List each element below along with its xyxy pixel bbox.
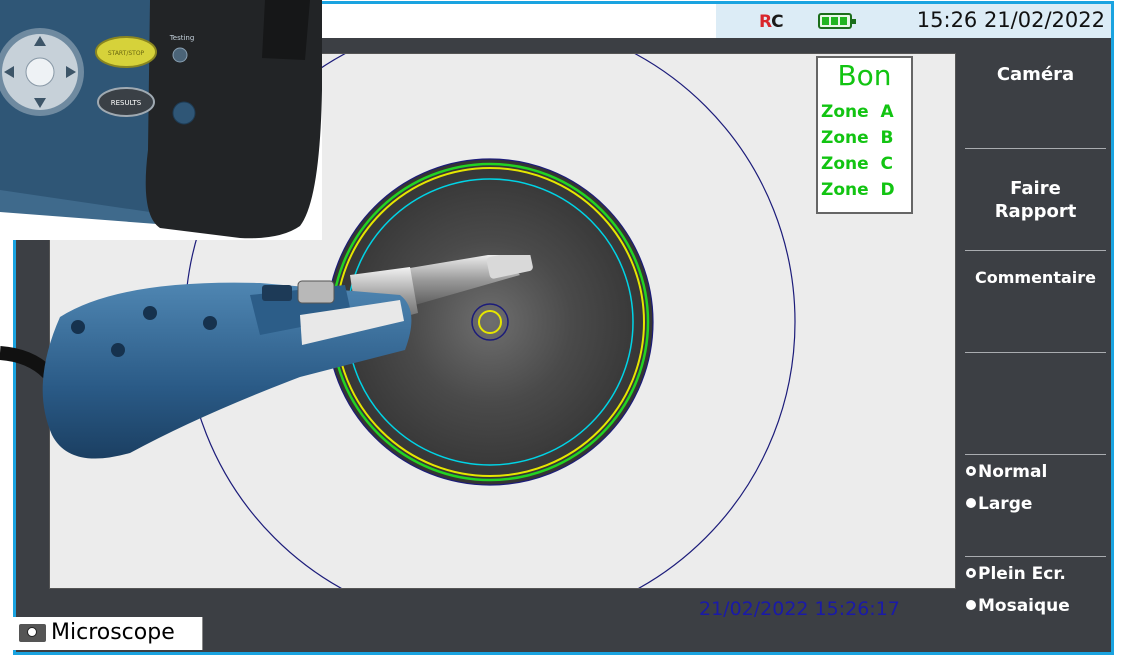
separator	[965, 250, 1106, 251]
radio-selected-icon	[966, 466, 976, 476]
testing-label: Testing	[169, 34, 195, 42]
microscope-probe-photo	[0, 255, 533, 459]
separator	[965, 352, 1106, 353]
zone-d-label: Zone D	[821, 180, 895, 200]
make-report-line1: Faire	[1010, 178, 1061, 199]
result-panel: Bon Zone A Zone B Zone C Zone D	[816, 56, 913, 214]
camera-button[interactable]: Caméra	[960, 64, 1111, 85]
radio-icon	[966, 498, 976, 508]
radio-selected-icon	[966, 568, 976, 578]
clock: 15:26 21/02/2022	[916, 8, 1105, 32]
bottom-strip	[218, 621, 959, 652]
zone-b-label: Zone B	[821, 128, 894, 148]
make-report-button[interactable]: Faire Rapport	[960, 178, 1111, 248]
radio-icon	[966, 600, 976, 610]
result-status: Bon	[837, 59, 892, 92]
fullscreen-option[interactable]: Plein Ecr.	[966, 564, 1066, 584]
separator	[965, 556, 1106, 557]
mosaic-option[interactable]: Mosaique	[966, 596, 1070, 616]
view-normal-option[interactable]: Normal	[966, 462, 1047, 482]
battery-icon	[818, 13, 856, 29]
comment-button[interactable]: Commentaire	[960, 268, 1111, 287]
capture-timestamp: 21/02/2022 15:26:17	[699, 598, 900, 620]
view-large-option[interactable]: Large	[966, 494, 1032, 514]
make-report-line2: Rapport	[994, 201, 1077, 222]
separator	[965, 148, 1106, 149]
zone-c-label: Zone C	[821, 154, 893, 174]
results-label: RESULTS	[111, 99, 142, 107]
start-stop-label: START/STOP	[108, 50, 145, 57]
separator	[965, 454, 1106, 455]
camera-icon	[19, 624, 46, 642]
softkey-panel: Caméra Faire Rapport Commentaire Normal …	[960, 38, 1111, 652]
instrument-photo: START/STOP RESULTS Testing	[0, 0, 322, 240]
tab-label: Microscope	[51, 620, 175, 645]
zone-a-label: Zone A	[821, 102, 894, 122]
brand-logo: RC	[759, 12, 784, 32]
tab-microscope[interactable]: Microscope	[13, 617, 203, 650]
